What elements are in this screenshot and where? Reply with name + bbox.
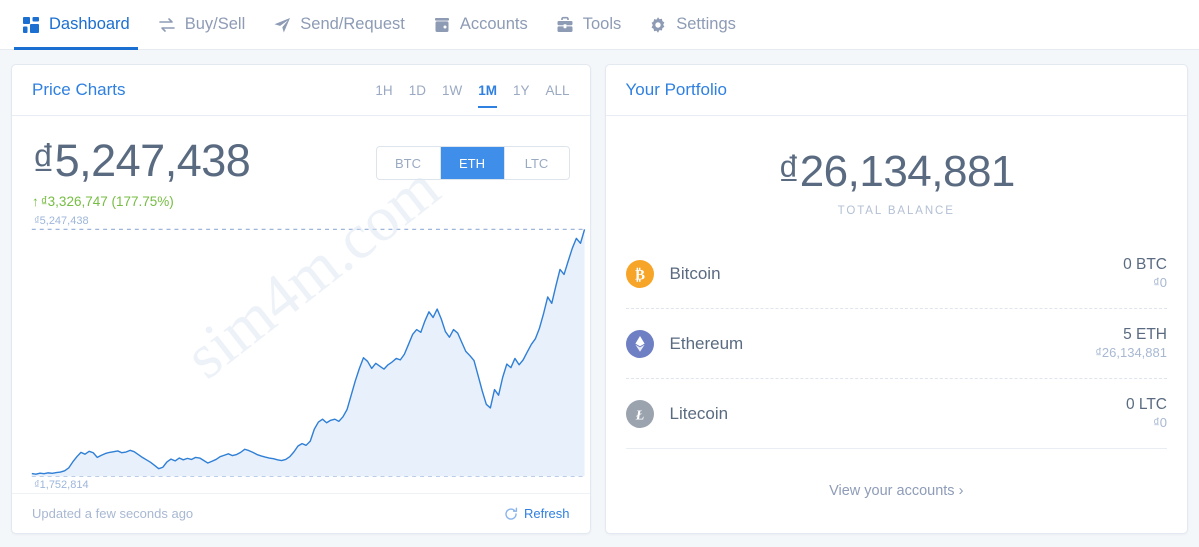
axis-label-max: ₫5,247,438 [34, 215, 91, 227]
nav-item-label: Dashboard [49, 15, 130, 33]
holding-row-litecoin[interactable]: Ł Litecoin 0 LTC ₫0 [625, 379, 1167, 449]
coin-toggle-ltc[interactable]: LTC [504, 147, 569, 179]
price-change-value: ₫3,326,747 (177.75%) [40, 194, 174, 209]
bitcoin-icon: ₿ [625, 259, 654, 288]
holding-row-ethereum[interactable]: Ethereum 5 ETH ₫26,134,881 [625, 309, 1167, 379]
send-icon [273, 16, 291, 34]
price-charts-header: Price Charts 1H 1D 1W 1M 1Y ALL [12, 65, 590, 116]
total-balance-block: ₫26,134,881 TOTAL BALANCE [606, 116, 1187, 239]
price-chart[interactable]: ₫5,247,438 ₫1,752,814 sim4m.com [12, 151, 590, 493]
top-navigation: Dashboard Buy/Sell Send/Request Accounts… [0, 0, 1199, 50]
holdings-list: ₿ Bitcoin 0 BTC ₫0 Ethereum 5 ETH ₫26,13… [606, 239, 1187, 449]
price-chart-svg [12, 228, 590, 477]
nav-item-label: Tools [582, 15, 622, 33]
range-all[interactable]: ALL [545, 65, 569, 116]
price-block: ₫5,247,438 ↑ ₫3,326,747 (177.75%) [32, 135, 251, 209]
nav-item-label: Buy/Sell [184, 15, 246, 33]
axis-label-min: ₫1,752,814 [34, 479, 91, 491]
total-balance-amount: ₫26,134,881 [777, 147, 1016, 196]
nav-item-accounts[interactable]: Accounts [419, 0, 542, 50]
nav-item-buy-sell[interactable]: Buy/Sell [144, 0, 260, 50]
exchange-icon [158, 16, 176, 34]
refresh-label: Refresh [523, 506, 570, 521]
ethereum-icon [625, 329, 654, 358]
dashboard-body: Price Charts 1H 1D 1W 1M 1Y ALL ₫5,247,4… [0, 50, 1199, 534]
holding-values: 0 LTC ₫0 [1126, 395, 1167, 431]
time-range-selector: 1H 1D 1W 1M 1Y ALL [375, 65, 570, 116]
holding-amount: 0 LTC [1125, 396, 1167, 414]
range-1h[interactable]: 1H [375, 65, 392, 116]
holding-name: Bitcoin [669, 263, 721, 283]
total-balance-label: TOTAL BALANCE [837, 205, 955, 217]
nav-item-settings[interactable]: Settings [635, 0, 750, 50]
holding-fiat: ₫0 [1153, 414, 1167, 430]
holding-amount: 0 BTC [1123, 256, 1167, 274]
holding-fiat: ₫26,134,881 [1095, 344, 1167, 360]
updated-timestamp: Updated a few seconds ago [32, 506, 194, 521]
holding-values: 0 BTC ₫0 [1123, 255, 1167, 291]
holding-row-bitcoin[interactable]: ₿ Bitcoin 0 BTC ₫0 [625, 239, 1167, 309]
svg-text:Ł: Ł [634, 408, 644, 423]
coin-toggle-eth[interactable]: ETH [440, 147, 505, 179]
nav-item-tools[interactable]: Tools [542, 0, 636, 50]
range-1y[interactable]: 1Y [513, 65, 530, 116]
portfolio-header: Your Portfolio [605, 65, 1187, 116]
price-charts-card: Price Charts 1H 1D 1W 1M 1Y ALL ₫5,247,4… [11, 64, 591, 534]
holding-name: Litecoin [669, 403, 729, 423]
grid-icon [22, 16, 40, 34]
portfolio-footer: View your accounts › [606, 449, 1187, 533]
wallet-icon [433, 16, 451, 34]
nav-item-send-request[interactable]: Send/Request [259, 0, 419, 50]
refresh-icon [505, 507, 518, 520]
portfolio-card: Your Portfolio ₫26,134,881 TOTAL BALANCE… [604, 64, 1188, 534]
litecoin-icon: Ł [625, 399, 654, 428]
svg-text:₿: ₿ [635, 267, 645, 283]
arrow-up-icon: ↑ [32, 194, 39, 209]
nav-item-label: Settings [676, 15, 736, 33]
nav-item-label: Accounts [459, 15, 528, 33]
range-1m[interactable]: 1M [478, 65, 497, 116]
holding-fiat: ₫0 [1153, 274, 1167, 290]
portfolio-title: Your Portfolio [625, 80, 727, 99]
range-1w[interactable]: 1W [442, 65, 462, 116]
holding-name: Ethereum [669, 333, 744, 353]
holding-amount: 5 ETH [1123, 326, 1167, 344]
current-price: ₫5,247,438 [32, 135, 251, 186]
toolbox-icon [556, 16, 574, 34]
range-1d[interactable]: 1D [409, 65, 426, 116]
coin-toggle: BTC ETH LTC [375, 146, 570, 180]
holding-values: 5 ETH ₫26,134,881 [1095, 325, 1167, 361]
price-summary: ₫5,247,438 ↑ ₫3,326,747 (177.75%) BTC ETH… [12, 116, 590, 209]
coin-toggle-btc[interactable]: BTC [376, 147, 441, 179]
price-change: ↑ ₫3,326,747 (177.75%) [32, 194, 250, 209]
price-charts-title: Price Charts [32, 80, 126, 99]
nav-item-dashboard[interactable]: Dashboard [8, 0, 144, 50]
view-accounts-link[interactable]: View your accounts › [829, 483, 963, 499]
gear-icon [649, 16, 667, 34]
nav-item-label: Send/Request [300, 15, 405, 33]
refresh-button[interactable]: Refresh [504, 506, 570, 521]
chart-footer: Updated a few seconds ago Refresh [12, 493, 590, 533]
